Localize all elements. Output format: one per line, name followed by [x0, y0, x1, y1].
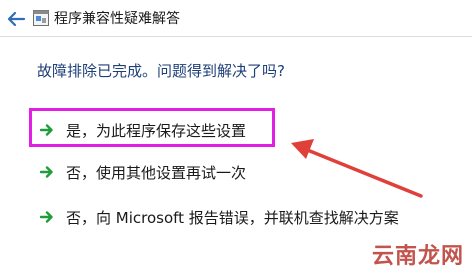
- green-arrow-icon: [40, 124, 53, 136]
- title-divider: [0, 36, 472, 37]
- option-label: 是，为此程序保存这些设置: [66, 121, 247, 140]
- window-title: 程序兼容性疑难解答: [54, 11, 180, 27]
- compatibility-troubleshooter-icon: [33, 10, 49, 26]
- option-yes-save-settings[interactable]: 是，为此程序保存这些设置: [40, 118, 246, 142]
- green-arrow-icon: [40, 166, 53, 178]
- option-label: 否，使用其他设置再试一次: [66, 163, 247, 182]
- option-label: 否，向 Microsoft 报告错误，并联机查找解决方案: [66, 208, 399, 227]
- green-arrow-icon: [40, 211, 53, 223]
- back-arrow-icon[interactable]: [6, 10, 26, 28]
- option-no-try-other-settings[interactable]: 否，使用其他设置再试一次: [40, 160, 246, 184]
- question-text: 故障排除已完成。问题得到解决了吗?: [37, 62, 285, 80]
- title-bar: 程序兼容性疑难解答: [0, 0, 472, 36]
- option-no-report-to-microsoft[interactable]: 否，向 Microsoft 报告错误，并联机查找解决方案: [40, 205, 399, 229]
- watermark-text: 云南龙网: [371, 244, 464, 269]
